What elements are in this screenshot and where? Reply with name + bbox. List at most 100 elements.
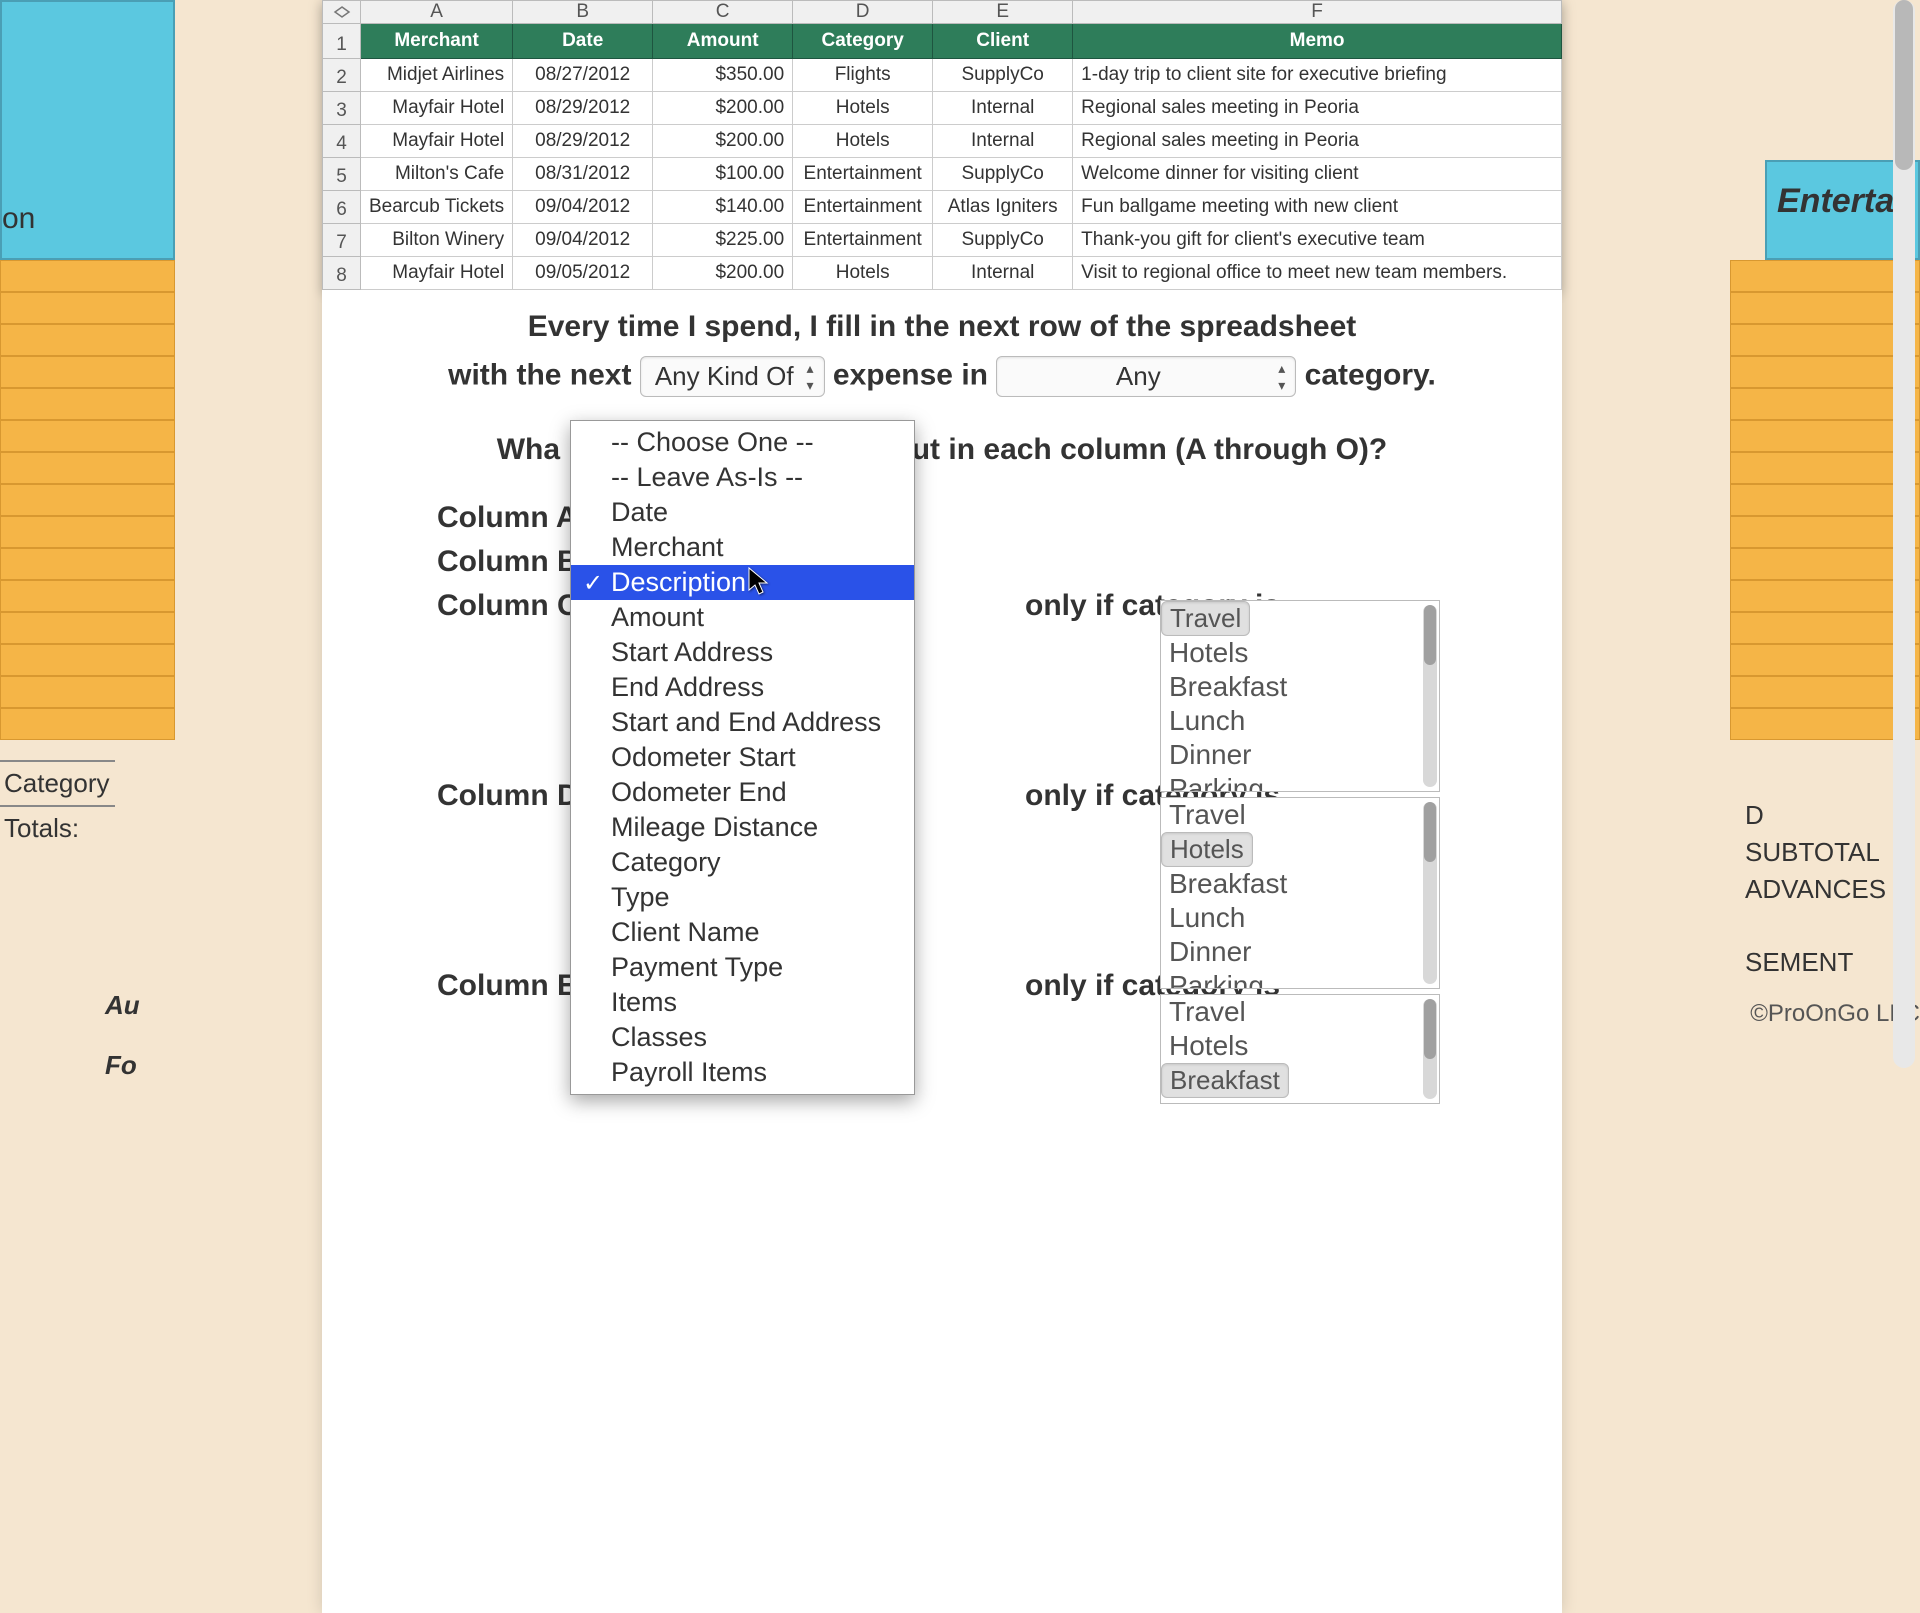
kind-select[interactable]: Any Kind Of ▴▾ (640, 356, 825, 397)
header-client[interactable]: Client (933, 24, 1073, 59)
cell[interactable]: Mayfair Hotel (361, 257, 513, 290)
cell[interactable]: 09/04/2012 (513, 191, 653, 224)
cell[interactable]: SupplyCo (933, 158, 1073, 191)
cell[interactable]: Mayfair Hotel (361, 125, 513, 158)
col-c-header[interactable]: C (653, 1, 793, 24)
header-amount[interactable]: Amount (653, 24, 793, 59)
cell[interactable]: 08/31/2012 (513, 158, 653, 191)
cell[interactable]: Flights (793, 59, 933, 92)
cell[interactable]: $100.00 (653, 158, 793, 191)
listbox-scrollbar-thumb[interactable] (1424, 605, 1436, 665)
row-header[interactable]: 3 (323, 92, 361, 125)
header-category[interactable]: Category (793, 24, 933, 59)
dropdown-item[interactable]: Odometer Start (571, 740, 914, 775)
dropdown-item[interactable]: Amount (571, 600, 914, 635)
cell[interactable]: 1-day trip to client site for executive … (1073, 59, 1562, 92)
listbox-item[interactable]: Breakfast (1161, 670, 1439, 704)
cell[interactable]: Welcome dinner for visiting client (1073, 158, 1562, 191)
dropdown-item[interactable]: Client Name (571, 915, 914, 950)
cell[interactable]: 09/05/2012 (513, 257, 653, 290)
row-header[interactable]: 7 (323, 224, 361, 257)
dropdown-item[interactable]: Type (571, 880, 914, 915)
listbox-item[interactable]: Lunch (1161, 901, 1439, 935)
page-scrollbar[interactable] (1893, 0, 1915, 1068)
cell[interactable]: $225.00 (653, 224, 793, 257)
cell[interactable]: Bilton Winery (361, 224, 513, 257)
cell[interactable]: Hotels (793, 257, 933, 290)
cell[interactable]: $200.00 (653, 92, 793, 125)
cell[interactable]: Visit to regional office to meet new tea… (1073, 257, 1562, 290)
listbox-item[interactable]: Parking (1161, 969, 1439, 989)
listbox-scrollbar[interactable] (1423, 999, 1437, 1099)
row-header[interactable]: 5 (323, 158, 361, 191)
col-f-header[interactable]: F (1073, 1, 1562, 24)
listbox-item[interactable]: Breakfast (1161, 867, 1439, 901)
category-listbox-c[interactable]: TravelHotelsBreakfastLunchDinnerParking (1160, 600, 1440, 792)
col-a-header[interactable]: A (361, 1, 513, 24)
listbox-item[interactable]: Dinner (1161, 738, 1439, 772)
listbox-item[interactable]: Lunch (1161, 1098, 1439, 1104)
dropdown-item[interactable]: -- Choose One -- (571, 425, 914, 460)
dropdown-item[interactable]: Payment Type (571, 950, 914, 985)
row-header[interactable]: 6 (323, 191, 361, 224)
cell[interactable]: SupplyCo (933, 224, 1073, 257)
cell[interactable]: Thank-you gift for client's executive te… (1073, 224, 1562, 257)
category-listbox-e[interactable]: TravelHotelsBreakfastLunchDinnerParking (1160, 994, 1440, 1104)
header-merchant[interactable]: Merchant (361, 24, 513, 59)
cell[interactable]: Internal (933, 125, 1073, 158)
page-scrollbar-thumb[interactable] (1895, 0, 1913, 170)
dropdown-item[interactable]: Merchant (571, 530, 914, 565)
listbox-item[interactable]: Breakfast (1161, 1063, 1289, 1098)
listbox-item[interactable]: Hotels (1161, 1029, 1439, 1063)
listbox-item[interactable]: Travel (1161, 798, 1439, 832)
listbox-item[interactable]: Travel (1161, 601, 1250, 636)
dropdown-item[interactable]: Start and End Address (571, 705, 914, 740)
cell[interactable]: Entertainment (793, 158, 933, 191)
dropdown-item[interactable]: Start Address (571, 635, 914, 670)
cell[interactable]: Internal (933, 257, 1073, 290)
cell[interactable]: Mayfair Hotel (361, 92, 513, 125)
listbox-item[interactable]: Travel (1161, 995, 1439, 1029)
listbox-scrollbar[interactable] (1423, 605, 1437, 787)
dropdown-item[interactable]: -- Leave As-Is -- (571, 460, 914, 495)
listbox-item[interactable]: Dinner (1161, 935, 1439, 969)
listbox-scrollbar-thumb[interactable] (1424, 999, 1436, 1059)
dropdown-item[interactable]: Classes (571, 1020, 914, 1055)
cell[interactable]: Internal (933, 92, 1073, 125)
cell[interactable]: Hotels (793, 125, 933, 158)
cell[interactable]: Entertainment (793, 191, 933, 224)
listbox-item[interactable]: Lunch (1161, 704, 1439, 738)
cell[interactable]: $200.00 (653, 125, 793, 158)
column-field-dropdown[interactable]: -- Choose One ---- Leave As-Is --DateMer… (570, 420, 915, 1095)
cell[interactable]: Regional sales meeting in Peoria (1073, 92, 1562, 125)
row-header[interactable]: 2 (323, 59, 361, 92)
cell[interactable]: 08/27/2012 (513, 59, 653, 92)
col-d-header[interactable]: D (793, 1, 933, 24)
cell[interactable]: $350.00 (653, 59, 793, 92)
col-b-header[interactable]: B (513, 1, 653, 24)
cell[interactable]: 09/04/2012 (513, 224, 653, 257)
cell[interactable]: 08/29/2012 (513, 92, 653, 125)
cell[interactable]: Regional sales meeting in Peoria (1073, 125, 1562, 158)
dropdown-item[interactable]: Items (571, 985, 914, 1020)
cell[interactable]: Bearcub Tickets (361, 191, 513, 224)
listbox-scrollbar[interactable] (1423, 802, 1437, 984)
cell[interactable]: Hotels (793, 92, 933, 125)
dropdown-item[interactable]: End Address (571, 670, 914, 705)
cell[interactable]: Fun ballgame meeting with new client (1073, 191, 1562, 224)
cell[interactable]: 08/29/2012 (513, 125, 653, 158)
cell[interactable]: Midjet Airlines (361, 59, 513, 92)
cell[interactable]: Milton's Cafe (361, 158, 513, 191)
header-date[interactable]: Date (513, 24, 653, 59)
dropdown-item[interactable]: Odometer End (571, 775, 914, 810)
cell[interactable]: Entertainment (793, 224, 933, 257)
dropdown-item[interactable]: Mileage Distance (571, 810, 914, 845)
cell[interactable]: Atlas Igniters (933, 191, 1073, 224)
category-select[interactable]: Any ▴▾ (996, 356, 1296, 397)
dropdown-item[interactable]: Category (571, 845, 914, 880)
header-memo[interactable]: Memo (1073, 24, 1562, 59)
listbox-item[interactable]: Parking (1161, 772, 1439, 792)
category-listbox-d[interactable]: TravelHotelsBreakfastLunchDinnerParking (1160, 797, 1440, 989)
dropdown-item[interactable]: Date (571, 495, 914, 530)
col-e-header[interactable]: E (933, 1, 1073, 24)
